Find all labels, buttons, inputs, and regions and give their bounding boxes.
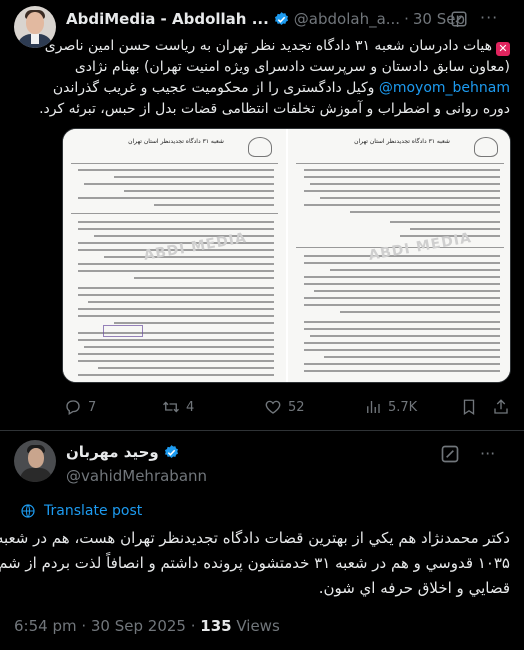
original-tweet[interactable]: AbdiMedia - Abdollah ... @abdolah_a... ·… <box>0 0 524 430</box>
grok-icon[interactable] <box>440 444 460 464</box>
bookmark-icon <box>463 399 475 416</box>
views-icon <box>367 401 380 413</box>
separator-dot: · <box>404 10 409 28</box>
like-icon <box>265 400 281 414</box>
reply-author-handle[interactable]: @vahidMehrabann <box>66 467 207 485</box>
tweet-media[interactable]: شعبه ۳۱ دادگاه تجدیدنظر استان تهران ABDI… <box>62 128 511 383</box>
reply-text-line-2: ۱۰۳۵ قدوسي و هم در شعبه ۳۱ خدمتشون پروند… <box>0 554 510 572</box>
mention-link[interactable]: @moyom_behnam <box>379 80 510 96</box>
globe-icon <box>21 504 35 518</box>
red-x-emoji-icon: ✕ <box>496 42 510 56</box>
document-image-right[interactable]: شعبه ۳۱ دادگاه تجدیدنظر استان تهران ABDI… <box>288 129 510 382</box>
reply-author-header: وحید مهربان <box>66 443 180 461</box>
verified-badge-icon <box>164 444 178 458</box>
reply-icon <box>66 400 80 415</box>
like-button[interactable]: 52 <box>264 398 305 416</box>
reply-button[interactable]: 7 <box>64 398 96 416</box>
tweet-header: AbdiMedia - Abdollah ... @abdolah_a... ·… <box>66 8 465 30</box>
reply-views-label: Views <box>231 617 280 635</box>
reply-views-count: 135 <box>200 617 232 635</box>
author-name[interactable]: AbdiMedia - Abdollah ... <box>66 10 269 28</box>
views-button[interactable]: 5.7K <box>364 398 417 416</box>
stamp-mark <box>103 325 143 337</box>
repost-button[interactable]: 4 <box>162 398 194 416</box>
divider <box>0 430 524 431</box>
translate-label: Translate post <box>44 503 143 519</box>
reply-count: 7 <box>88 399 97 415</box>
court-emblem-icon <box>474 137 498 157</box>
translate-post-link[interactable]: Translate post <box>20 503 142 519</box>
tweet-text-line-2: (معاون سابق دادستان و سرپرست دادسرای ویژ… <box>74 59 510 75</box>
tweet-text-line-4: دوره روانی و اضطراب و آموزش تخلفات انتظا… <box>39 101 510 117</box>
document-header-right: شعبه ۳۱ دادگاه تجدیدنظر استان تهران <box>354 138 450 145</box>
bookmark-button[interactable] <box>460 398 478 416</box>
like-count: 52 <box>288 399 305 415</box>
verified-badge-icon <box>274 11 288 25</box>
repost-count: 4 <box>186 399 195 415</box>
more-icon[interactable]: ··· <box>480 444 495 463</box>
reply-text-line-1: دکتر محمدنژاد هم يکي از بهترين قضات دادگ… <box>0 529 510 547</box>
share-icon <box>494 399 508 414</box>
repost-icon <box>163 401 179 413</box>
author-handle[interactable]: @abdolah_a... <box>294 10 400 28</box>
document-image-left[interactable]: شعبه ۳۱ دادگاه تجدیدنظر استان تهران ABDI… <box>63 129 286 382</box>
tweet-text-line-3: @moyom_behnam وکیل دادگستری را از محکومی… <box>52 80 510 96</box>
court-emblem-icon <box>248 137 272 157</box>
document-header-left: شعبه ۳۱ دادگاه تجدیدنظر استان تهران <box>128 138 224 145</box>
grok-icon[interactable] <box>450 10 468 28</box>
reply-author-name[interactable]: وحید مهربان <box>66 443 159 461</box>
tweet-text-line-1: ✕هیات دادرسان شعبه ۳۱ دادگاه تجدید نظر ت… <box>45 36 510 57</box>
reply-text-line-3: قضايي و اخلاق حرفه اي شون. <box>318 579 510 597</box>
more-icon[interactable]: ··· <box>480 8 498 27</box>
reply-timestamp[interactable]: 6:54 pm · 30 Sep 2025 · <box>14 617 200 635</box>
views-count: 5.7K <box>388 399 418 415</box>
share-button[interactable] <box>492 398 510 416</box>
reply-meta: 6:54 pm · 30 Sep 2025 · 135 Views <box>14 617 280 635</box>
reply-author-avatar[interactable] <box>14 440 56 482</box>
